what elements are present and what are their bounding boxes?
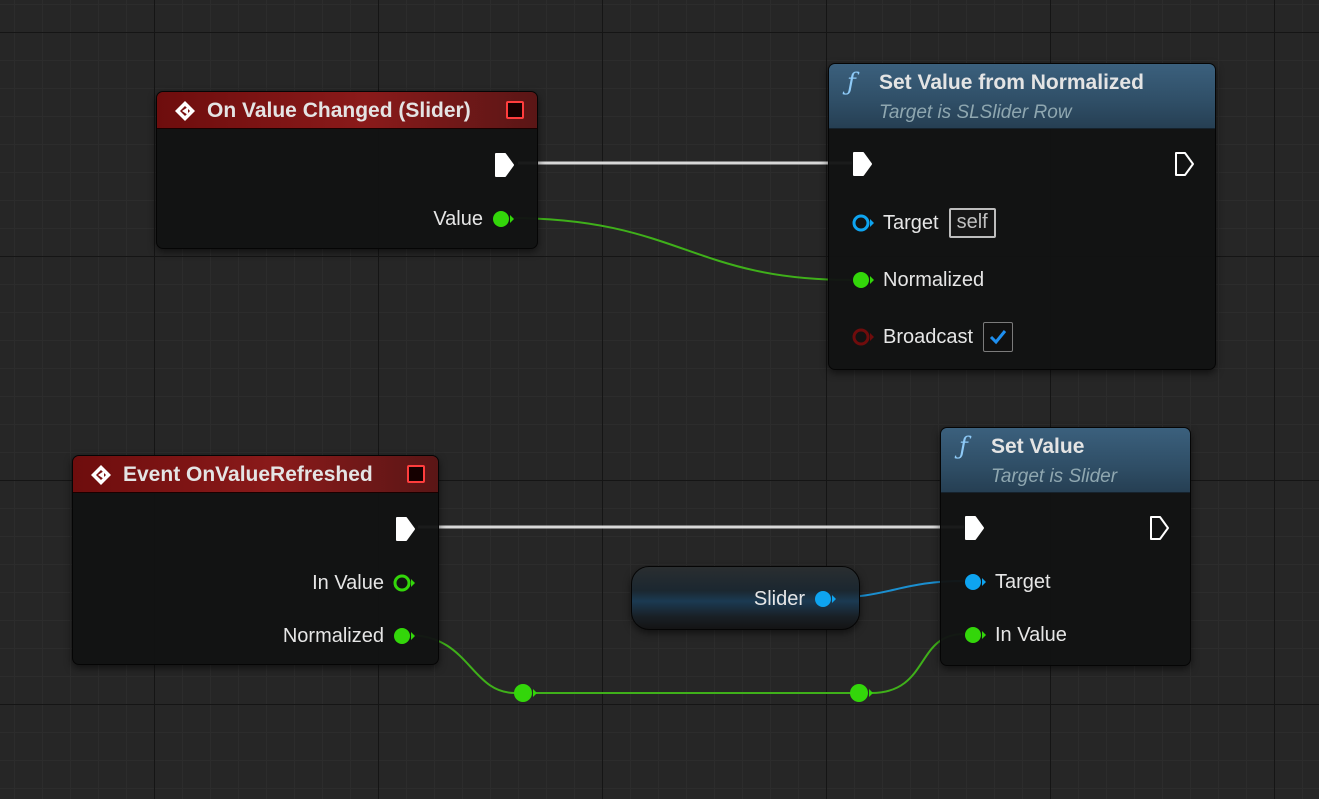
slider-variable-node[interactable]: Slider [631, 566, 860, 630]
slider-pin-label: Slider [753, 587, 805, 610]
float-pin-icon [394, 628, 415, 644]
event-on-value-refreshed-node[interactable]: Event OnValueRefreshed In Value Normaliz… [72, 455, 439, 665]
object-pin-icon [852, 214, 874, 232]
reroute-node-left[interactable] [512, 682, 538, 704]
exec-out-pin[interactable] [394, 515, 416, 543]
set-value-from-normalized-title: Set Value from Normalized [879, 71, 1144, 94]
normalized-pin-label: Normalized [282, 624, 384, 647]
broadcast-pin-label: Broadcast [883, 325, 974, 348]
normalized-out-pin[interactable]: Normalized [283, 622, 416, 650]
target-pin-label: Target [883, 211, 939, 234]
set-value-from-normalized-subtitle: Target is SLSlider Row [879, 102, 1072, 123]
float-wire-value-to-normalized[interactable] [507, 217, 853, 281]
broadcast-checkbox[interactable] [983, 322, 1014, 352]
delegate-stop-icon[interactable] [506, 101, 524, 119]
checkmark-icon [990, 330, 1007, 345]
target-in-pin[interactable]: Target [963, 568, 1051, 596]
exec-pin-icon [495, 153, 514, 177]
exec-in-pin[interactable] [851, 150, 873, 178]
event-diamond-icon [175, 101, 195, 121]
exec-pin-icon [965, 516, 984, 540]
exec-pin-icon [1175, 152, 1194, 176]
object-pin-icon [965, 574, 986, 590]
function-f-icon: ƒ [847, 68, 856, 96]
event-on-value-refreshed-title: Event OnValueRefreshed [123, 463, 373, 486]
float-pin-icon [393, 574, 415, 592]
exec-pin-icon [396, 517, 415, 541]
in-value-out-pin[interactable]: In Value [312, 569, 416, 597]
value-out-pin[interactable]: Value [433, 205, 515, 233]
set-value-node[interactable]: ƒ Set Value Target is Slider Target In V… [940, 427, 1191, 666]
set-value-header[interactable]: ƒ Set Value Target is Slider [941, 428, 1190, 493]
event-diamond-icon [91, 465, 111, 485]
slider-out-pin[interactable]: Slider [754, 585, 837, 613]
event-on-value-refreshed-header[interactable]: Event OnValueRefreshed [73, 456, 438, 493]
set-value-from-normalized-node[interactable]: ƒ Set Value from Normalized Target is SL… [828, 63, 1216, 370]
exec-pin-icon [1150, 516, 1169, 540]
object-pin-icon [815, 591, 836, 607]
exec-out-pin[interactable] [1173, 150, 1195, 178]
exec-out-pin[interactable] [1148, 514, 1170, 542]
target-in-pin[interactable]: Target self [851, 208, 996, 238]
on-value-changed-title: On Value Changed (Slider) [207, 99, 471, 122]
delegate-stop-icon[interactable] [407, 465, 425, 483]
normalized-in-pin[interactable]: Normalized [851, 266, 984, 294]
float-pin-icon [965, 627, 986, 643]
set-value-from-normalized-header[interactable]: ƒ Set Value from Normalized Target is SL… [829, 64, 1215, 129]
exec-out-pin[interactable] [493, 151, 515, 179]
exec-pin-icon [853, 152, 872, 176]
set-value-subtitle: Target is Slider [991, 466, 1118, 487]
function-f-icon: ƒ [959, 432, 968, 460]
set-value-title: Set Value [991, 435, 1085, 458]
bool-pin-icon [852, 328, 874, 346]
reroute-node-right[interactable] [848, 682, 874, 704]
in-value-in-pin[interactable]: In Value [963, 621, 1067, 649]
target-default-self[interactable]: self [948, 208, 996, 238]
on-value-changed-header[interactable]: On Value Changed (Slider) [157, 92, 537, 129]
on-value-changed-node[interactable]: On Value Changed (Slider) Value [156, 91, 538, 249]
normalized-pin-label: Normalized [883, 268, 985, 291]
value-pin-label: Value [433, 207, 483, 230]
float-pin-icon [493, 211, 514, 227]
float-pin-icon [853, 272, 874, 288]
in-value-pin-label: In Value [312, 571, 384, 594]
in-value-pin-label: In Value [995, 623, 1067, 646]
broadcast-in-pin[interactable]: Broadcast [851, 322, 1014, 352]
exec-in-pin[interactable] [963, 514, 985, 542]
target-pin-label: Target [995, 570, 1051, 593]
